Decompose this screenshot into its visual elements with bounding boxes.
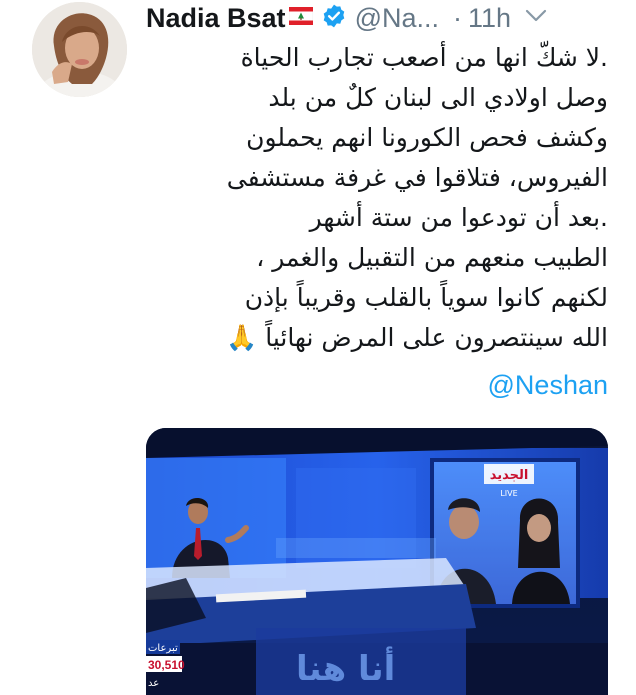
tweet-text: .لا شكّ انها من أصعب تجارب الحياة وصل او… (146, 38, 608, 358)
tweet-media-image[interactable]: الجديد LIVE أنا هنا تبرعات 30,510 عد (146, 428, 608, 695)
mention-line: @Neshan (146, 370, 608, 401)
author-handle[interactable]: @Na... (355, 3, 439, 34)
channel-logo: الجديد (490, 468, 529, 483)
lebanon-flag-icon (288, 6, 313, 30)
verified-badge-icon (321, 3, 347, 34)
tweet-text-line: الطبيب منعهم من التقبيل والغمر ، (256, 243, 608, 272)
tv-studio-scene: الجديد LIVE أنا هنا تبرعات 30,510 عد (146, 428, 608, 695)
show-title: أنا هنا (296, 646, 395, 689)
ticker-suffix: عد (148, 678, 159, 689)
tweet-text-line: لكنهم كانوا سوياً بالقلب وقريباً بإذن (244, 283, 608, 312)
tweet-text-line: الفيروس، فتلاقوا في غرفة مستشفى (226, 163, 608, 192)
tweet-header: Nadia Bsat @Na... · 11h (146, 0, 616, 36)
avatar-image (32, 2, 127, 97)
mention-link[interactable]: @Neshan (488, 370, 608, 400)
tweet-text-line: الله سينتصرون على المرض نهائياً 🙏 (226, 323, 608, 352)
header-separator: · (453, 2, 462, 33)
tweet[interactable]: Nadia Bsat @Na... · 11h .لا شكّ انها من … (0, 0, 636, 695)
tweet-text-line: .لا شكّ انها من أصعب تجارب الحياة (240, 43, 608, 72)
tweet-timestamp[interactable]: 11h (468, 3, 511, 34)
avatar[interactable] (32, 2, 127, 97)
tweet-text-line: وصل اولادي الى لبنان كلٌ من بلد (268, 83, 608, 112)
ticker-value: 30,510 (148, 658, 185, 672)
live-label: LIVE (500, 489, 517, 498)
author-name[interactable]: Nadia Bsat (146, 3, 286, 34)
tweet-text-line: وكشف فحص الكورونا انهم يحملون (246, 123, 608, 152)
chevron-down-icon[interactable] (525, 9, 547, 28)
tweet-text-line: .بعد أن تودعوا من ستة أشهر (309, 203, 608, 232)
ticker-label: تبرعات (148, 643, 178, 654)
